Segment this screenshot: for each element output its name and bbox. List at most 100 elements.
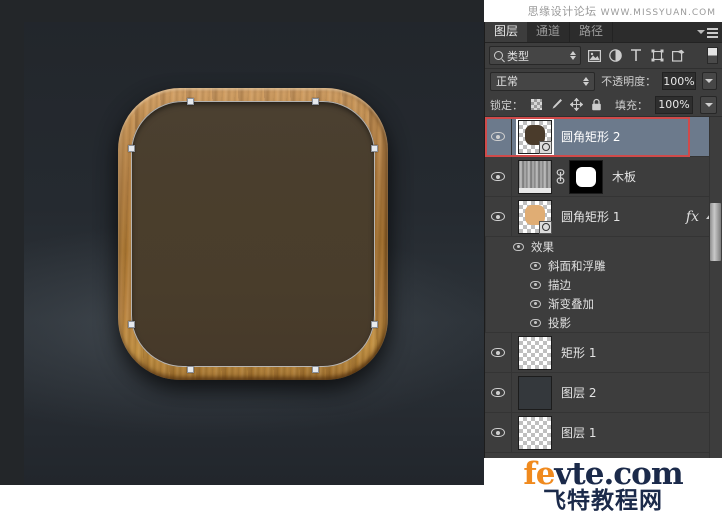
artwork-wooden-icon[interactable]: [118, 88, 388, 380]
adjustment-layers-filter-icon[interactable]: [607, 48, 623, 64]
mask-link-icon[interactable]: [555, 168, 566, 185]
opacity-input[interactable]: 100%: [662, 72, 696, 90]
chevron-updown-icon: [583, 76, 590, 86]
eye-icon[interactable]: [530, 280, 541, 289]
tab-paths[interactable]: 路径: [570, 21, 614, 42]
layers-vertical-scrollbar[interactable]: [709, 117, 722, 489]
layer-visibility-toggle[interactable]: [485, 197, 512, 236]
filter-enable-toggle[interactable]: [707, 47, 718, 64]
layer-mask-thumbnail[interactable]: [569, 159, 603, 194]
layer-thumbnail[interactable]: [518, 335, 552, 370]
layer-thumbnail[interactable]: [518, 159, 552, 194]
eye-icon[interactable]: [530, 261, 541, 270]
path-anchor-point[interactable]: [187, 366, 194, 373]
eye-icon[interactable]: [513, 242, 524, 251]
layer-thumbnail[interactable]: [518, 375, 552, 410]
effect-bevel-emboss[interactable]: 斜面和浮雕: [485, 256, 722, 275]
effect-label: 描边: [548, 277, 571, 292]
lock-image-pixels-icon[interactable]: [550, 98, 563, 111]
layer-name: 图层 2: [561, 386, 597, 400]
blend-mode-row[interactable]: 正常 不透明度： 100%: [485, 69, 722, 93]
layer-name: 圆角矩形 2: [561, 130, 621, 144]
layer-list[interactable]: 圆角矩形 2 木板 圆角矩形 1 fx 效果 斜面和浮雕 描边 渐变叠加 投影 …: [485, 117, 722, 489]
effect-label: 投影: [548, 315, 571, 330]
panel-menu-icon[interactable]: [696, 25, 718, 40]
path-anchor-point[interactable]: [128, 145, 135, 152]
effect-gradient-overlay[interactable]: 渐变叠加: [485, 294, 722, 313]
table-row[interactable]: 图层 2: [485, 373, 722, 413]
effect-drop-shadow[interactable]: 投影: [485, 313, 722, 332]
vector-mask-indicator-icon: [539, 140, 552, 154]
path-anchor-point[interactable]: [187, 98, 194, 105]
lock-row[interactable]: 锁定： 填充： 100%: [485, 93, 722, 117]
tab-channels[interactable]: 通道: [527, 21, 571, 42]
eye-icon: [491, 212, 505, 221]
chevron-updown-icon: [570, 51, 576, 60]
filter-kind-value: 类型: [507, 49, 529, 63]
eye-icon: [491, 172, 505, 181]
layer-effects-fx-icon[interactable]: fx: [686, 209, 699, 225]
layer-name: 木板: [612, 170, 637, 184]
panel-tab-bar[interactable]: 图层 通道 路径: [485, 21, 722, 43]
inner-brown-shape: [131, 101, 375, 367]
table-row[interactable]: 木板: [485, 157, 722, 197]
opacity-dropdown-button[interactable]: [701, 72, 717, 90]
eye-icon: [491, 428, 505, 437]
layer-filter-row[interactable]: 类型: [485, 43, 722, 69]
table-row[interactable]: 圆角矩形 1 fx: [485, 197, 722, 237]
path-anchor-point[interactable]: [371, 145, 378, 152]
blend-mode-value: 正常: [496, 75, 518, 88]
lock-all-icon[interactable]: [590, 98, 603, 111]
top-watermark-cn: 思缘设计论坛: [527, 5, 597, 18]
effect-label: 渐变叠加: [548, 296, 594, 311]
shape-layers-filter-icon[interactable]: [649, 48, 665, 64]
effect-label: 斜面和浮雕: [548, 258, 606, 273]
tab-paths-label: 路径: [579, 24, 604, 38]
tab-layers-label: 图层: [494, 24, 519, 38]
lock-position-icon[interactable]: [570, 98, 583, 111]
effect-stroke[interactable]: 描边: [485, 275, 722, 294]
layer-visibility-toggle[interactable]: [485, 157, 512, 196]
layer-visibility-toggle[interactable]: [485, 333, 512, 372]
layer-name: 矩形 1: [561, 346, 597, 360]
canvas-bottom-white-strip: [0, 485, 484, 515]
filter-kind-select[interactable]: 类型: [489, 46, 581, 65]
layer-thumbnail[interactable]: [518, 415, 552, 450]
type-layers-filter-icon[interactable]: [628, 48, 644, 64]
eye-icon[interactable]: [530, 318, 541, 327]
hamburger-icon: [707, 27, 718, 38]
document-canvas[interactable]: [0, 0, 484, 515]
path-anchor-point[interactable]: [128, 321, 135, 328]
table-row[interactable]: 圆角矩形 2: [485, 117, 722, 157]
path-anchor-point[interactable]: [371, 321, 378, 328]
layer-visibility-toggle[interactable]: [485, 413, 512, 452]
layer-visibility-toggle[interactable]: [485, 117, 512, 156]
scrollbar-thumb[interactable]: [710, 203, 721, 261]
path-anchor-point[interactable]: [312, 366, 319, 373]
blend-mode-select[interactable]: 正常: [490, 71, 596, 91]
watermark-vte: vte.com: [554, 455, 683, 492]
top-watermark-text: 思缘设计论坛 WWW.MISSYUAN.COM: [528, 3, 716, 19]
layers-panel[interactable]: 图层 通道 路径 类型 正常 不透明度： 100% 锁定： 填充： 100% 圆…: [484, 21, 722, 515]
eye-icon[interactable]: [530, 299, 541, 308]
pixel-layers-filter-icon[interactable]: [586, 48, 602, 64]
eye-icon: [491, 348, 505, 357]
fill-input[interactable]: 100%: [655, 95, 693, 114]
path-anchor-point[interactable]: [312, 98, 319, 105]
table-row[interactable]: 矩形 1: [485, 333, 722, 373]
lock-label: 锁定：: [490, 98, 523, 112]
layer-thumbnail[interactable]: [518, 199, 552, 234]
canvas-top-gutter: [0, 0, 484, 22]
fill-dropdown-button[interactable]: [700, 95, 717, 114]
layer-thumbnail[interactable]: [516, 117, 554, 156]
tab-layers[interactable]: 图层: [485, 21, 528, 42]
top-watermark-strip: 思缘设计论坛 WWW.MISSYUAN.COM: [484, 0, 722, 22]
canvas-left-gutter: [0, 0, 24, 515]
smart-object-filter-icon[interactable]: [670, 48, 686, 64]
layer-visibility-toggle[interactable]: [485, 373, 512, 412]
layer-name: 图层 1: [561, 426, 597, 440]
lock-transparent-pixels-icon[interactable]: [530, 98, 543, 111]
vector-mask-indicator-icon: [539, 220, 552, 234]
table-row[interactable]: 图层 1: [485, 413, 722, 453]
effects-group-header[interactable]: 效果: [485, 237, 722, 256]
